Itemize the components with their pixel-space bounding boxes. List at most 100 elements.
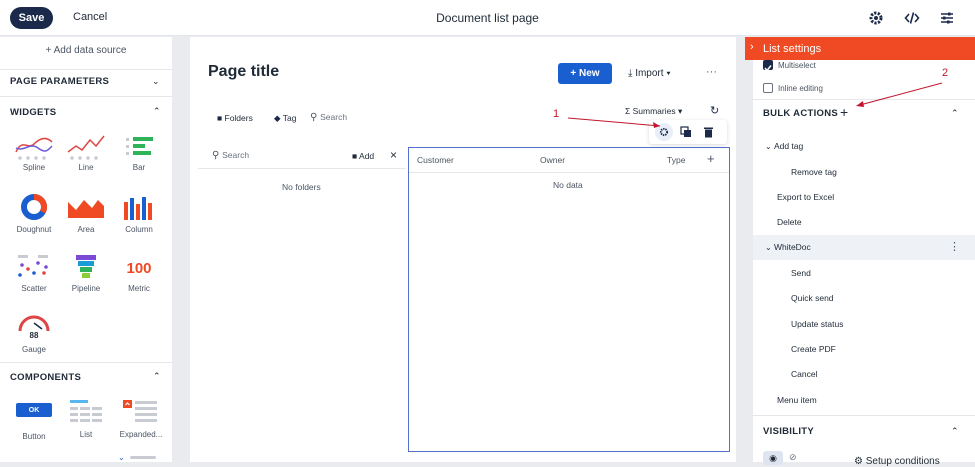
annotation-arrow-1 bbox=[567, 117, 661, 128]
caret-down-icon: ▾ bbox=[675, 106, 683, 116]
item-label: Add tag bbox=[773, 141, 804, 151]
settings-gear-icon[interactable] bbox=[867, 9, 885, 27]
gauge-value: 88 bbox=[29, 331, 39, 340]
chevron-down-icon[interactable]: ⌄ bbox=[118, 453, 125, 462]
annotation-1: 1 bbox=[553, 108, 560, 120]
widgets-header[interactable]: WIDGETS bbox=[10, 107, 56, 118]
list-preview-line bbox=[130, 456, 156, 459]
inline-editing-label: Inline editing bbox=[778, 84, 823, 93]
column-header-customer[interactable]: Customer bbox=[417, 155, 454, 165]
multiselect-checkbox[interactable] bbox=[763, 60, 773, 72]
bulk-item-remove-tag[interactable]: Remove tag bbox=[791, 167, 837, 177]
import-label: Import bbox=[635, 68, 664, 79]
divider bbox=[753, 415, 975, 416]
search-placeholder: Search bbox=[320, 112, 348, 122]
close-icon[interactable]: × bbox=[390, 148, 397, 162]
widget-label: Pipeline bbox=[71, 284, 101, 293]
bulk-item-cancel[interactable]: Cancel bbox=[791, 369, 817, 379]
inline-editing-checkbox[interactable] bbox=[763, 83, 773, 93]
code-icon[interactable] bbox=[903, 9, 921, 27]
widget-label: Line bbox=[78, 163, 94, 172]
annotation-arrow-2 bbox=[856, 82, 943, 107]
chevron-right-icon: › bbox=[750, 41, 754, 53]
widget-label: Column bbox=[125, 225, 153, 234]
divider bbox=[0, 69, 172, 70]
add-label: Add bbox=[359, 151, 375, 161]
divider bbox=[0, 96, 172, 97]
column-header-type[interactable]: Type bbox=[667, 155, 685, 165]
bulk-item-update-status[interactable]: Update status bbox=[791, 319, 843, 329]
bulk-item-menu-item[interactable]: Menu item bbox=[777, 395, 817, 405]
chevron-up-icon[interactable]: ⌃ bbox=[153, 371, 161, 382]
visibility-header[interactable]: VISIBILITY bbox=[763, 426, 814, 437]
widget-label: Spline bbox=[22, 163, 46, 172]
widget-label: Doughnut bbox=[16, 225, 52, 234]
widget-spline[interactable]: Spline bbox=[9, 134, 59, 172]
widget-gauge[interactable]: 88 Gauge bbox=[9, 309, 59, 354]
bulk-item-send[interactable]: Send bbox=[791, 268, 811, 278]
chevron-down-icon: ⌄ bbox=[765, 243, 774, 252]
widget-label: Bar bbox=[132, 163, 146, 172]
bulk-item-delete[interactable]: Delete bbox=[777, 217, 802, 227]
folders-label: Folders bbox=[224, 113, 253, 123]
add-folder-button[interactable]: ■ Add bbox=[352, 151, 374, 161]
more-menu-button[interactable]: ··· bbox=[706, 66, 717, 78]
bulk-item-add-tag[interactable]: ⌄ Add tag bbox=[765, 141, 803, 151]
refresh-icon[interactable]: ↻ bbox=[710, 104, 719, 117]
folders-button[interactable]: ■ Folders bbox=[217, 113, 253, 123]
folder-icon: ■ bbox=[217, 113, 225, 123]
folder-search-field[interactable]: ⚲ Search bbox=[212, 150, 249, 161]
widget-pipeline[interactable]: Pipeline bbox=[61, 253, 111, 293]
data-table[interactable]: Customer Owner Type + No data bbox=[408, 147, 730, 452]
bulk-actions-header[interactable]: BULK ACTIONS bbox=[763, 108, 838, 119]
widget-label: Scatter bbox=[21, 284, 47, 293]
sliders-icon[interactable] bbox=[938, 9, 956, 27]
divider bbox=[198, 168, 406, 169]
chevron-down-icon[interactable]: ⌄ bbox=[152, 76, 160, 87]
component-expanded[interactable]: Expanded... bbox=[114, 399, 168, 439]
tag-button[interactable]: ◆ Tag bbox=[274, 113, 296, 124]
page-title[interactable]: Page title bbox=[208, 63, 279, 81]
column-header-owner[interactable]: Owner bbox=[540, 155, 565, 165]
import-button[interactable]: ⤓ Import ▾ bbox=[628, 68, 671, 79]
kebab-menu-icon[interactable]: ⋮ bbox=[949, 240, 960, 253]
bulk-item-whitedoc-row[interactable]: ⌄ WhiteDoc ⋮ bbox=[753, 235, 975, 260]
eye-off-icon[interactable]: ⊘ bbox=[789, 452, 797, 463]
component-button[interactable]: OK Button bbox=[9, 403, 59, 441]
widget-area[interactable]: Area bbox=[61, 194, 111, 234]
delete-icon[interactable] bbox=[703, 125, 714, 143]
widget-label: Metric bbox=[128, 284, 150, 293]
bulk-item-create-pdf[interactable]: Create PDF bbox=[791, 344, 836, 354]
widget-metric[interactable]: 100 Metric bbox=[114, 253, 164, 293]
no-data-text: No data bbox=[553, 180, 583, 190]
bulk-item-quick-send[interactable]: Quick send bbox=[791, 293, 834, 303]
item-label: WhiteDoc bbox=[773, 242, 811, 252]
search-field[interactable]: ⚲ Search bbox=[310, 112, 347, 123]
chevron-up-icon[interactable]: ⌃ bbox=[951, 108, 959, 119]
widget-column[interactable]: Column bbox=[114, 194, 164, 234]
metric-value: 100 bbox=[126, 260, 152, 277]
widget-label: Gauge bbox=[21, 345, 47, 354]
widget-scatter[interactable]: Scatter bbox=[9, 253, 59, 293]
bulk-item-export-excel[interactable]: Export to Excel bbox=[777, 192, 834, 202]
left-panel: + Add data source PAGE PARAMETERS ⌄ WIDG… bbox=[0, 37, 172, 462]
add-data-source-link[interactable]: + Add data source bbox=[0, 45, 172, 56]
add-bulk-action-icon[interactable]: + bbox=[840, 104, 848, 120]
widget-doughnut[interactable]: Doughnut bbox=[9, 194, 59, 234]
add-column-icon[interactable]: + bbox=[707, 151, 715, 166]
list-settings-header[interactable]: › List settings bbox=[745, 37, 975, 60]
eye-icon[interactable]: ◉ bbox=[763, 451, 783, 465]
page-parameters-header[interactable]: PAGE PARAMETERS bbox=[10, 76, 109, 87]
new-button[interactable]: + New bbox=[558, 63, 612, 84]
chevron-up-icon[interactable]: ⌃ bbox=[153, 106, 161, 117]
component-label: List bbox=[79, 430, 93, 439]
component-label: Expanded... bbox=[119, 430, 163, 439]
bulk-item-whitedoc[interactable]: ⌄ WhiteDoc bbox=[765, 242, 811, 252]
no-folders-text: No folders bbox=[282, 182, 321, 192]
widget-bar[interactable]: Bar bbox=[114, 134, 164, 172]
copy-icon[interactable] bbox=[680, 125, 692, 143]
widget-line[interactable]: Line bbox=[61, 134, 111, 172]
component-list[interactable]: List bbox=[61, 399, 111, 439]
components-header[interactable]: COMPONENTS bbox=[10, 372, 81, 383]
chevron-up-icon[interactable]: ⌃ bbox=[951, 426, 959, 437]
